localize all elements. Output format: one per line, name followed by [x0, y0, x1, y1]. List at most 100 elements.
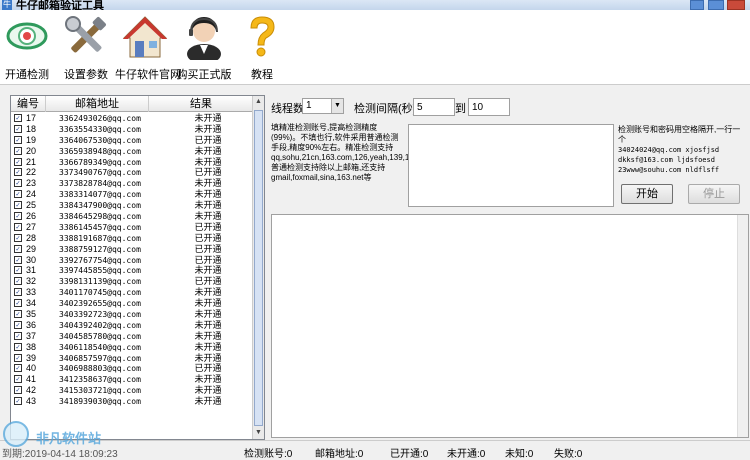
scroll-down-icon[interactable]: ▼ [253, 427, 264, 439]
table-row[interactable]: ✓ 29 3388759127@qq.com 已开通 [11, 244, 254, 255]
table-row[interactable]: ✓ 38 3406118540@qq.com 未开通 [11, 342, 254, 353]
toolbar-item-check[interactable]: 开通检测 [0, 14, 57, 82]
row-number: 40 [26, 363, 37, 374]
row-checkbox[interactable]: ✓ [14, 364, 22, 373]
threads-select[interactable]: 1 ▼ [302, 98, 344, 114]
row-checkbox[interactable]: ✓ [14, 124, 22, 133]
table-row[interactable]: ✓ 26 3384645298@qq.com 未开通 [11, 211, 254, 222]
table-row[interactable]: ✓ 31 3397445855@qq.com 未开通 [11, 265, 254, 276]
table-row[interactable]: ✓ 39 3406857597@qq.com 未开通 [11, 353, 254, 364]
row-checkbox[interactable]: ✓ [14, 135, 22, 144]
not-opened-count: 未开通:0 [447, 449, 486, 460]
row-checkbox[interactable]: ✓ [14, 299, 22, 308]
table-row[interactable]: ✓ 41 3412358637@qq.com 未开通 [11, 374, 254, 385]
row-checkbox[interactable]: ✓ [14, 310, 22, 319]
toolbar-item-settings[interactable]: 设置参数 [56, 14, 116, 82]
table-row[interactable]: ✓ 19 3364067530@qq.com 已开通 [11, 135, 254, 146]
row-checkbox[interactable]: ✓ [14, 375, 22, 384]
row-result: 已开通 [194, 254, 222, 265]
row-checkbox[interactable]: ✓ [14, 201, 22, 210]
row-checkbox[interactable]: ✓ [14, 212, 22, 221]
stop-button[interactable]: 停止 [688, 184, 740, 204]
row-checkbox[interactable]: ✓ [14, 320, 22, 329]
support-person-icon [187, 17, 221, 60]
table-row[interactable]: ✓ 25 3384347900@qq.com 未开通 [11, 200, 254, 211]
table-row[interactable]: ✓ 24 3383314077@qq.com 未开通 [11, 189, 254, 200]
row-number: 38 [26, 341, 37, 352]
table-row[interactable]: ✓ 33 3401170745@qq.com 未开通 [11, 287, 254, 298]
interval-from-input[interactable] [413, 98, 455, 116]
table-row[interactable]: ✓ 17 3362493026@qq.com 未开通 [11, 113, 254, 124]
row-checkbox[interactable]: ✓ [14, 244, 22, 253]
table-row[interactable]: ✓ 42 3415303721@qq.com 未开通 [11, 385, 254, 396]
account-textarea[interactable] [408, 124, 614, 207]
row-number: 35 [26, 309, 37, 320]
row-checkbox[interactable]: ✓ [14, 386, 22, 395]
skin-icon[interactable] [690, 0, 704, 10]
row-checkbox[interactable]: ✓ [14, 190, 22, 199]
row-checkbox[interactable]: ✓ [14, 222, 22, 231]
row-checkbox[interactable]: ✓ [14, 331, 22, 340]
row-number: 34 [26, 298, 37, 309]
row-checkbox[interactable]: ✓ [14, 146, 22, 155]
table-row[interactable]: ✓ 34 3402392655@qq.com 未开通 [11, 298, 254, 309]
row-email: 3403392723@qq.com [59, 310, 141, 320]
column-header-email[interactable]: 邮箱地址 [46, 96, 149, 112]
table-row[interactable]: ✓ 21 3366789349@qq.com 未开通 [11, 157, 254, 168]
row-checkbox[interactable]: ✓ [14, 397, 22, 406]
row-checkbox[interactable]: ✓ [14, 157, 22, 166]
email-table[interactable]: 编号 邮箱地址 结果 ✓ 17 3362493026@qq.com 未开通 ✓ 18 336… [10, 95, 265, 440]
row-number: 23 [26, 178, 37, 189]
table-row[interactable]: ✓ 35 3403392723@qq.com 未开通 [11, 309, 254, 320]
dropdown-icon[interactable] [708, 0, 724, 10]
checked-count: 检测账号:0 [244, 449, 293, 460]
table-row[interactable]: ✓ 27 3386145457@qq.com 已开通 [11, 222, 254, 233]
row-checkbox[interactable]: ✓ [14, 114, 22, 122]
toolbar-item-tutorial[interactable]: 教程 [232, 14, 292, 82]
table-row[interactable]: ✓ 30 3392767754@qq.com 已开通 [11, 255, 254, 266]
table-row[interactable]: ✓ 36 3404392402@qq.com 未开通 [11, 320, 254, 331]
log-scrollbar[interactable] [737, 215, 748, 437]
toolbar-item-buy[interactable]: 购买正式版 [174, 14, 234, 82]
row-email: 3404585780@qq.com [59, 331, 141, 341]
row-checkbox[interactable]: ✓ [14, 353, 22, 362]
toolbar-item-website[interactable]: 牛仔软件官网 [115, 14, 181, 82]
row-email: 3365938948@qq.com [59, 146, 141, 156]
column-header-number[interactable]: 编号 [11, 96, 46, 112]
row-result: 未开通 [194, 156, 222, 167]
scrollbar-thumb[interactable] [254, 110, 263, 426]
row-number: 28 [26, 232, 37, 243]
table-row[interactable]: ✓ 43 3418939030@qq.com 未开通 [11, 396, 254, 407]
table-row[interactable]: ✓ 28 3388191687@qq.com 已开通 [11, 233, 254, 244]
chevron-down-icon: ▼ [331, 99, 343, 113]
row-number: 29 [26, 243, 37, 254]
log-output[interactable] [271, 214, 749, 438]
row-checkbox[interactable]: ✓ [14, 168, 22, 177]
row-checkbox[interactable]: ✓ [14, 266, 22, 275]
table-row[interactable]: ✓ 22 3373490767@qq.com 已开通 [11, 167, 254, 178]
row-email: 3388759127@qq.com [59, 244, 141, 254]
row-email: 3384645298@qq.com [59, 212, 141, 222]
row-number: 19 [26, 134, 37, 145]
row-number: 17 [26, 113, 37, 123]
table-row[interactable]: ✓ 37 3404585780@qq.com 未开通 [11, 331, 254, 342]
start-button[interactable]: 开始 [621, 184, 673, 204]
scroll-up-icon[interactable]: ▲ [253, 96, 264, 108]
table-row[interactable]: ✓ 23 3373828784@qq.com 未开通 [11, 178, 254, 189]
close-icon[interactable] [727, 0, 745, 10]
table-row[interactable]: ✓ 32 3398131139@qq.com 已开通 [11, 276, 254, 287]
row-checkbox[interactable]: ✓ [14, 342, 22, 351]
row-checkbox[interactable]: ✓ [14, 288, 22, 297]
table-row[interactable]: ✓ 40 3406988803@qq.com 已开通 [11, 363, 254, 374]
row-checkbox[interactable]: ✓ [14, 255, 22, 264]
row-checkbox[interactable]: ✓ [14, 179, 22, 188]
row-checkbox[interactable]: ✓ [14, 233, 22, 242]
row-result: 未开通 [194, 352, 222, 363]
table-row[interactable]: ✓ 18 3363554330@qq.com 未开通 [11, 124, 254, 135]
interval-to-input[interactable] [468, 98, 510, 116]
table-row[interactable]: ✓ 20 3365938948@qq.com 未开通 [11, 146, 254, 157]
row-checkbox[interactable]: ✓ [14, 277, 22, 286]
table-scrollbar[interactable]: ▲ ▼ [252, 96, 264, 439]
column-header-result[interactable]: 结果 [149, 96, 254, 112]
row-email: 3404392402@qq.com [59, 320, 141, 330]
